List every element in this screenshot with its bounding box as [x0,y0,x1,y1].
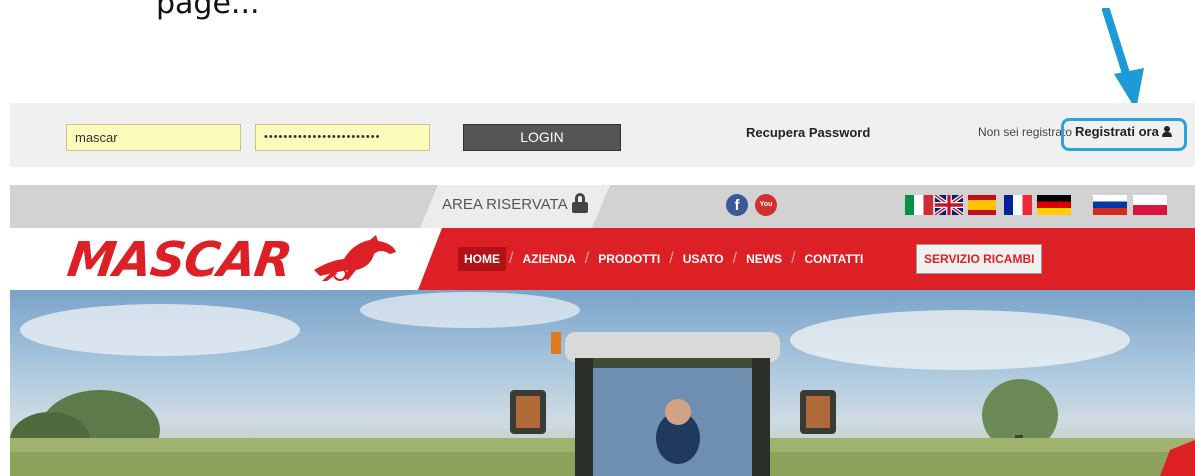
nav-item-prodotti[interactable]: PRODOTTI [592,247,666,271]
flag-italian-icon[interactable] [905,195,933,215]
flag-russian-icon[interactable] [1093,195,1127,215]
flag-polish-icon[interactable] [1133,195,1167,215]
social-bar: AREA RISERVATA f You [10,185,1195,228]
username-input[interactable]: mascar [66,124,241,151]
flag-french-icon[interactable] [1004,195,1032,215]
mascar-logo[interactable]: MASCAR [64,232,295,288]
youtube-icon[interactable]: You [755,194,777,216]
recover-password-link[interactable]: Recupera Password [746,125,870,140]
user-icon [1161,126,1172,137]
lock-icon [572,193,588,213]
top-caption: page... [0,0,1195,38]
register-now-label: Registrati ora [1075,124,1159,139]
nav-separator: / [584,250,590,267]
login-button[interactable]: LOGIN [463,124,621,151]
nav-menu: HOME / AZIENDA / PRODOTTI / USATO / NEWS… [458,247,869,271]
register-prompt: Non sei registrato [978,125,1073,139]
nav-separator: / [669,250,674,267]
nav-item-azienda[interactable]: AZIENDA [516,247,581,271]
hero-scene [10,292,1195,476]
down-arrow-annotation-icon [1102,8,1144,110]
page: page... mascar •••••••••••••••••••••••• … [0,0,1195,476]
area-riservata-label[interactable]: AREA RISERVATA [442,196,568,213]
nav-item-contatti[interactable]: CONTATTI [799,247,870,271]
main-nav: MASCAR HOME / AZIENDA / PRODOTTI / USATO… [10,228,1195,290]
login-bar: mascar •••••••••••••••••••••••• LOGIN Re… [10,103,1195,167]
flag-german-icon[interactable] [1037,195,1071,215]
flag-english-icon[interactable] [935,195,963,215]
servizio-ricambi-button[interactable]: SERVIZIO RICAMBI [916,244,1043,274]
nav-separator: / [732,250,738,267]
caption-text: page... [156,0,260,21]
hero-banner-image [10,290,1195,476]
nav-item-home[interactable]: HOME [458,247,506,271]
flag-spanish-icon[interactable] [968,195,996,215]
register-now-link[interactable]: Registrati ora [1075,124,1172,139]
nav-item-news[interactable]: NEWS [740,247,788,271]
nav-separator: / [791,250,796,267]
nav-separator: / [509,250,514,267]
password-input[interactable]: •••••••••••••••••••••••• [255,124,430,151]
horse-logo-icon [314,235,396,281]
nav-item-usato[interactable]: USATO [677,247,730,271]
facebook-icon[interactable]: f [726,194,748,216]
